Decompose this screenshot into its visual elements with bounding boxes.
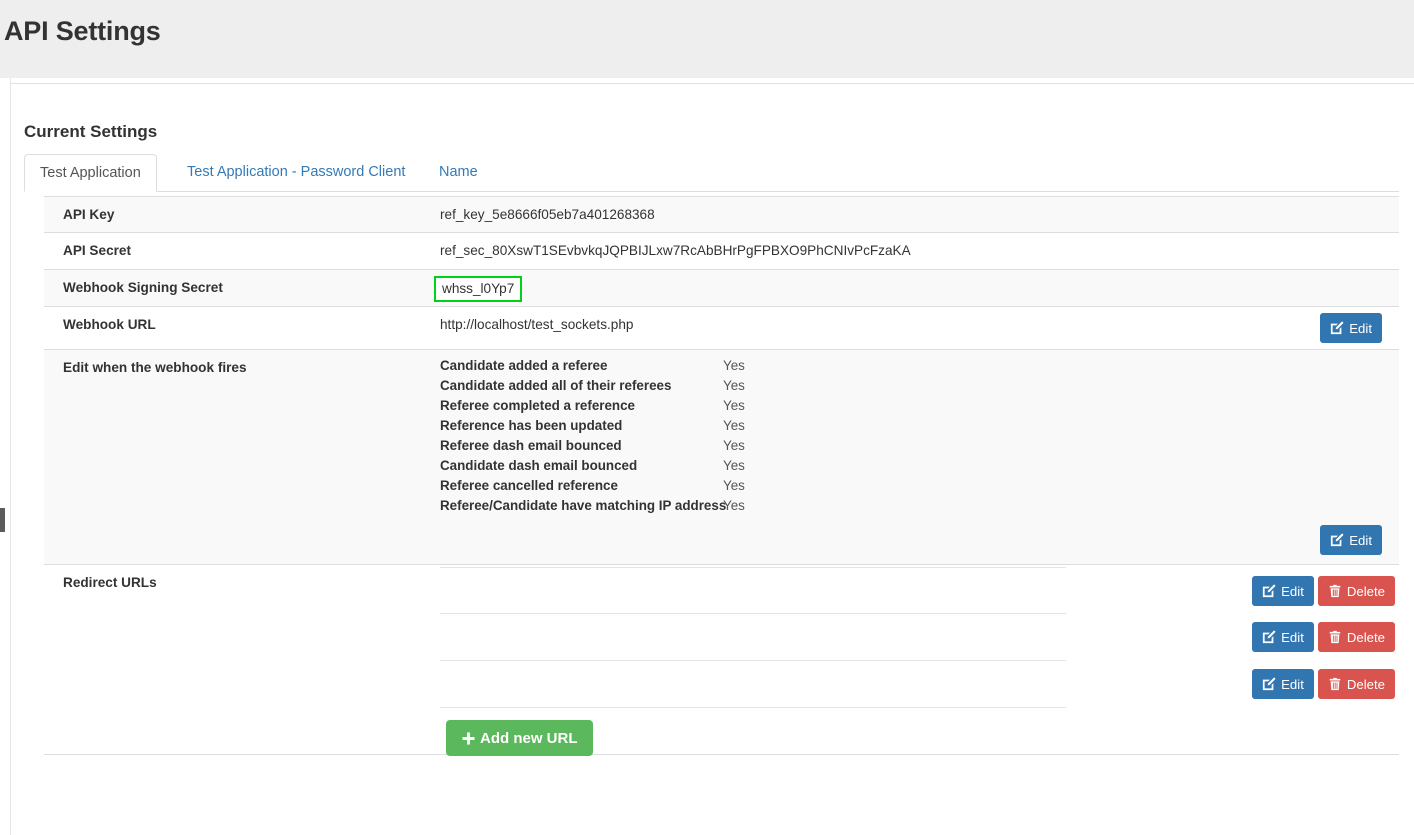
redirect-row-actions: Edit Delete bbox=[1252, 622, 1395, 652]
event-value: Yes bbox=[723, 438, 745, 453]
tab-name[interactable]: Name bbox=[424, 154, 493, 192]
trash-icon bbox=[1328, 677, 1342, 691]
event-value: Yes bbox=[723, 398, 745, 413]
left-edge-gutter bbox=[0, 78, 11, 835]
pencil-square-icon bbox=[1262, 630, 1276, 644]
page-header-band: API Settings bbox=[0, 0, 1414, 78]
event-name: Candidate dash email bounced bbox=[440, 458, 638, 473]
event-value: Yes bbox=[723, 418, 745, 433]
event-name: Candidate added all of their referees bbox=[440, 378, 672, 393]
button-label: Delete bbox=[1346, 583, 1385, 599]
edit-redirect-url-button[interactable]: Edit bbox=[1252, 576, 1314, 606]
redirect-url-row: Edit Delete bbox=[440, 567, 1395, 614]
event-item: Referee completed a reference Yes bbox=[440, 398, 770, 418]
delete-redirect-url-button[interactable]: Delete bbox=[1317, 622, 1395, 652]
tab-label: Test Application - Password Client bbox=[187, 164, 406, 180]
section-title: Current Settings bbox=[24, 122, 158, 141]
pencil-square-icon bbox=[1330, 533, 1344, 547]
button-label: Delete bbox=[1346, 629, 1385, 645]
redirect-url-text bbox=[446, 671, 1046, 684]
left-scroll-handle[interactable] bbox=[0, 508, 5, 532]
event-value: Yes bbox=[723, 458, 745, 473]
tab-label: Name bbox=[439, 164, 478, 180]
button-label: Edit bbox=[1281, 629, 1304, 645]
event-item: Reference has been updated Yes bbox=[440, 418, 770, 438]
page-title: API Settings bbox=[4, 16, 161, 46]
redirect-urls-list: Edit Delete Edit Delete Edit Delete bbox=[440, 567, 1395, 708]
button-label: Edit bbox=[1349, 320, 1372, 336]
trash-icon bbox=[1328, 584, 1342, 598]
row-redirect-urls: Redirect URLs Edit Delete Edit Delete Ed… bbox=[44, 565, 1399, 756]
row-webhook-events: Edit when the webhook fires Candidate ad… bbox=[44, 350, 1399, 565]
row-label: Webhook URL bbox=[63, 317, 156, 332]
event-item: Referee/Candidate have matching IP addre… bbox=[440, 498, 770, 518]
event-item: Candidate added all of their referees Ye… bbox=[440, 378, 770, 398]
event-value: Yes bbox=[723, 378, 745, 393]
event-item: Referee cancelled reference Yes bbox=[440, 478, 770, 498]
event-value: Yes bbox=[723, 478, 745, 493]
event-name: Referee cancelled reference bbox=[440, 478, 618, 493]
button-label: Delete bbox=[1346, 676, 1385, 692]
pencil-square-icon bbox=[1262, 584, 1276, 598]
redirect-row-actions: Edit Delete bbox=[1252, 576, 1395, 606]
row-label: Webhook Signing Secret bbox=[63, 280, 223, 295]
event-name: Referee completed a reference bbox=[440, 398, 636, 413]
button-label: Edit bbox=[1281, 583, 1304, 599]
delete-redirect-url-button[interactable]: Delete bbox=[1317, 576, 1395, 606]
tab-label: Test Application bbox=[40, 165, 141, 181]
row-label: API Secret bbox=[63, 243, 132, 258]
settings-panel: Current Settings Test Application Test A… bbox=[11, 83, 1414, 835]
event-name: Candidate added a referee bbox=[440, 358, 608, 373]
redirect-url-row: Edit Delete bbox=[440, 614, 1395, 661]
event-name: Referee dash email bounced bbox=[440, 438, 622, 453]
row-label: API Key bbox=[63, 207, 115, 222]
api-secret-value: ref_sec_80XswT1SEvbvkqJQPBIJLxw7RcAbBHrP… bbox=[440, 243, 911, 258]
row-label: Edit when the webhook fires bbox=[63, 360, 247, 375]
webhook-events-list: Candidate added a referee Yes Candidate … bbox=[440, 358, 770, 518]
row-label: Redirect URLs bbox=[63, 575, 157, 590]
edit-redirect-url-button[interactable]: Edit bbox=[1252, 669, 1314, 699]
pencil-square-icon bbox=[1330, 321, 1344, 335]
event-value: Yes bbox=[723, 498, 745, 513]
event-item: Referee dash email bounced Yes bbox=[440, 438, 770, 458]
api-key-value: ref_key_5e8666f05eb7a401268368 bbox=[440, 207, 655, 222]
row-webhook-signing-secret: Webhook Signing Secret whss_l0Yp7 bbox=[44, 270, 1399, 307]
event-item: Candidate added a referee Yes bbox=[440, 358, 770, 378]
tab-test-application[interactable]: Test Application bbox=[24, 154, 157, 192]
button-label: Edit bbox=[1349, 532, 1372, 548]
button-label: Edit bbox=[1281, 676, 1304, 692]
edit-redirect-url-button[interactable]: Edit bbox=[1252, 622, 1314, 652]
webhook-signing-secret-value: whss_l0Yp7 bbox=[434, 276, 523, 302]
trash-icon bbox=[1328, 630, 1342, 644]
application-tabs: Test Application Test Application - Pass… bbox=[24, 154, 1399, 192]
add-new-url-button[interactable]: Add new URL bbox=[446, 720, 593, 756]
webhook-url-value: http://localhost/test_sockets.php bbox=[440, 317, 634, 332]
settings-table: API Key ref_key_5e8666f05eb7a401268368 A… bbox=[44, 196, 1399, 756]
event-name: Reference has been updated bbox=[440, 418, 623, 433]
tab-test-application-password-client[interactable]: Test Application - Password Client bbox=[172, 154, 420, 192]
row-webhook-url: Webhook URL http://localhost/test_socket… bbox=[44, 307, 1399, 350]
pencil-square-icon bbox=[1262, 677, 1276, 691]
add-url-container: Add new URL bbox=[446, 720, 593, 756]
event-name: Referee/Candidate have matching IP addre… bbox=[440, 498, 727, 513]
redirect-row-actions: Edit Delete bbox=[1252, 669, 1395, 699]
delete-redirect-url-button[interactable]: Delete bbox=[1317, 669, 1395, 699]
edit-webhook-url-button[interactable]: Edit bbox=[1320, 313, 1382, 343]
redirect-url-row: Edit Delete bbox=[440, 661, 1395, 708]
row-api-key: API Key ref_key_5e8666f05eb7a401268368 bbox=[44, 196, 1399, 233]
redirect-url-text bbox=[446, 581, 1046, 588]
plus-icon bbox=[461, 731, 475, 745]
edit-webhook-events-button[interactable]: Edit bbox=[1320, 525, 1382, 555]
event-item: Candidate dash email bounced Yes bbox=[440, 458, 770, 478]
row-api-secret: API Secret ref_sec_80XswT1SEvbvkqJQPBIJL… bbox=[44, 233, 1399, 270]
redirect-url-text bbox=[446, 632, 1046, 637]
event-value: Yes bbox=[723, 358, 745, 373]
button-label: Add new URL bbox=[480, 729, 578, 747]
